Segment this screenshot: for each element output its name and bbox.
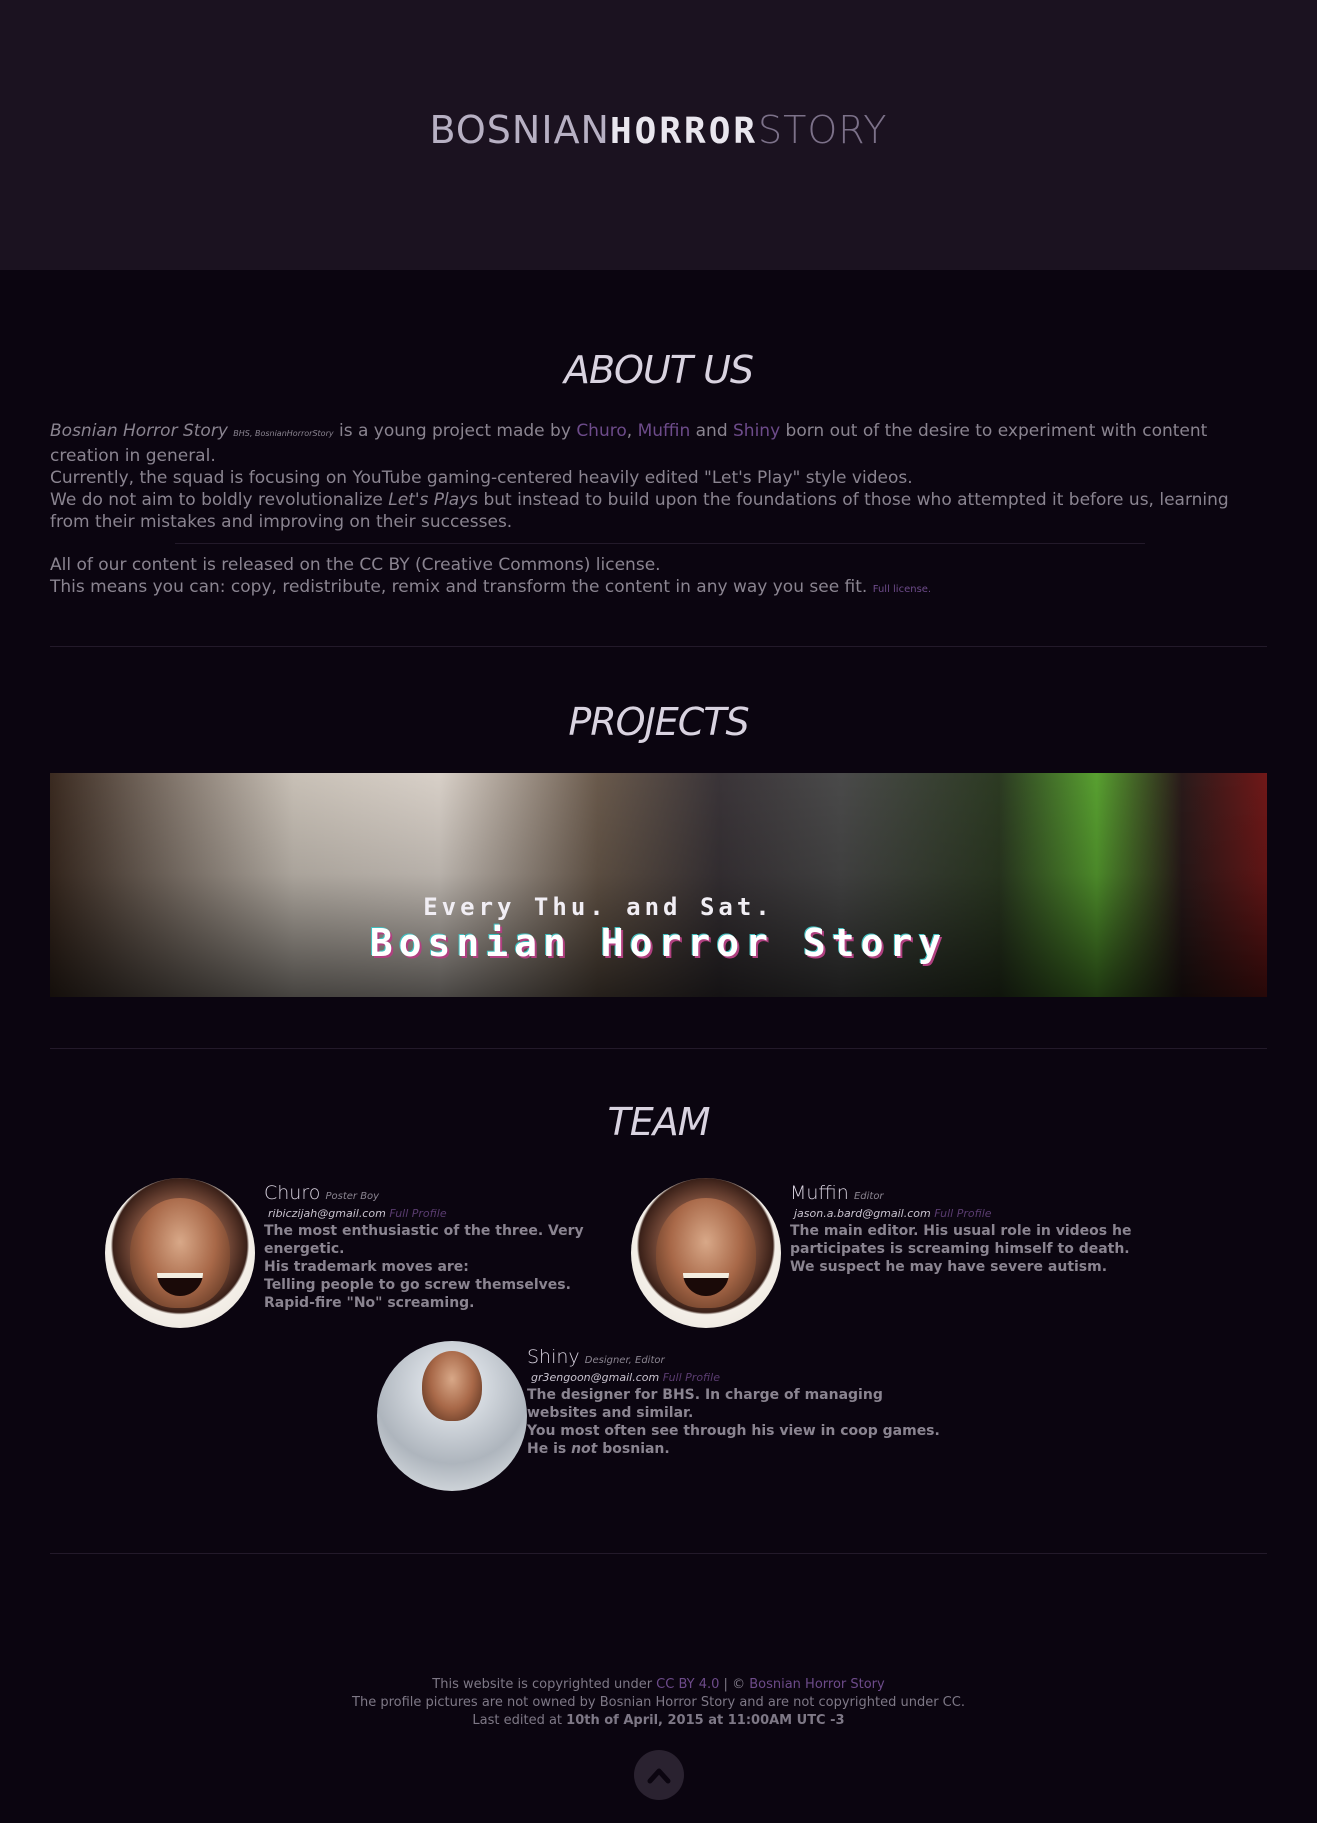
footer-text: This website is copyrighted under	[432, 1677, 657, 1692]
desc-line: Rapid-fire "No" screaming.	[264, 1295, 475, 1311]
banner-title: Bosnian Horror Story	[369, 921, 948, 965]
banner-schedule: Every Thu. and Sat.	[423, 893, 774, 921]
bhs-link[interactable]: Bosnian Horror Story	[749, 1677, 885, 1692]
site-logo[interactable]: BOSNIANHORRORSTORY	[0, 108, 1317, 152]
member-desc-churo: The most enthusiastic of the three. Very…	[264, 1222, 624, 1312]
member-name: Shiny	[527, 1346, 580, 1368]
about-intro: Bosnian Horror Story BHS, BosnianHorrorS…	[50, 420, 1270, 467]
desc-line: The designer for BHS. In charge of manag…	[527, 1387, 883, 1421]
member-desc-muffin: The main editor. His usual role in video…	[790, 1222, 1200, 1276]
license-line2-text: This means you can: copy, redistribute, …	[50, 577, 868, 597]
license-line2: This means you can: copy, redistribute, …	[50, 576, 1270, 601]
about-sep: ,	[626, 421, 638, 441]
desc-line: You most often see through his view in c…	[527, 1423, 940, 1439]
member-heading-muffin: Muffin Editor	[790, 1182, 884, 1204]
member-desc-shiny: The designer for BHS. In charge of manag…	[527, 1386, 947, 1458]
about-line3: We do not aim to boldly revolutionalize …	[50, 489, 1270, 533]
member-name: Muffin	[790, 1182, 849, 1204]
about-section: Bosnian Horror Story BHS, BosnianHorrorS…	[50, 420, 1270, 601]
projects-banner[interactable]: Every Thu. and Sat. Bosnian Horror Story	[50, 773, 1267, 997]
footer-profile-note: The profile pictures are not owned by Bo…	[352, 1695, 965, 1710]
about-line2: Currently, the squad is focusing on YouT…	[50, 468, 913, 488]
member-contact-shiny: gr3engoon@gmail.com Full Profile	[531, 1371, 720, 1384]
desc-line: Telling people to go screw themselves.	[264, 1277, 571, 1293]
site-header: BOSNIANHORRORSTORY	[0, 0, 1317, 270]
full-license-link[interactable]: Full license.	[873, 584, 931, 595]
member-contact-churo: ribiczijah@gmail.com Full Profile	[268, 1207, 447, 1220]
about-line3-em: Let's Play	[388, 490, 470, 510]
member-role: Designer, Editor	[584, 1355, 665, 1366]
team-title: TEAM	[607, 1100, 710, 1144]
link-muffin[interactable]: Muffin	[638, 421, 691, 441]
about-title: ABOUT US	[563, 348, 754, 392]
chevron-up-icon	[647, 1768, 671, 1784]
footer-text: Last edited at	[472, 1713, 567, 1728]
projects-title: PROJECTS	[568, 700, 749, 744]
section-divider	[50, 1553, 1267, 1554]
footer-copyright: This website is copyrighted under CC BY …	[0, 1676, 1317, 1694]
desc-text: bosnian.	[597, 1441, 670, 1457]
footer-date: 10th of April, 2015 at 11:00AM UTC -3	[566, 1713, 845, 1728]
desc-line: His trademark moves are:	[264, 1259, 469, 1275]
member-email[interactable]: ribiczijah@gmail.com	[268, 1207, 386, 1220]
about-intro-text-a: is a young project made by	[333, 421, 577, 441]
footer-sep: | ©	[719, 1677, 750, 1692]
member-contact-muffin: jason.a.bard@gmail.com Full Profile	[794, 1207, 992, 1220]
desc-text: He is	[527, 1441, 572, 1457]
license-line1: All of our content is released on the CC…	[50, 555, 661, 575]
link-churo[interactable]: Churo	[576, 421, 626, 441]
desc-emphasis: not	[571, 1441, 598, 1457]
section-divider	[50, 1048, 1267, 1049]
logo-part-bosnian: BOSNIAN	[429, 108, 610, 152]
avatar-churo	[105, 1178, 255, 1328]
avatar-shiny	[377, 1341, 527, 1491]
member-name: Churo	[264, 1182, 321, 1204]
footer-last-edited: Last edited at 10th of April, 2015 at 11…	[0, 1712, 1317, 1730]
member-role: Editor	[853, 1191, 884, 1202]
cc-license-link[interactable]: CC BY 4.0	[656, 1677, 719, 1692]
logo-part-horror: HORROR	[610, 111, 759, 152]
member-heading-churo: Churo Poster Boy	[264, 1182, 379, 1204]
desc-line: The main editor. His usual role in video…	[790, 1223, 1132, 1257]
about-rule	[175, 543, 1145, 544]
full-profile-link[interactable]: Full Profile	[934, 1207, 991, 1220]
avatar-muffin	[631, 1178, 781, 1328]
site-footer: This website is copyrighted under CC BY …	[0, 1676, 1317, 1730]
full-profile-link[interactable]: Full Profile	[389, 1207, 446, 1220]
about-brand-aliases: BHS, BosnianHorrorStory	[233, 429, 334, 438]
section-divider	[50, 646, 1267, 647]
about-line3-a: We do not aim to boldly revolutionalize	[50, 490, 389, 510]
member-role: Poster Boy	[325, 1191, 380, 1202]
avatar-face	[422, 1351, 482, 1421]
logo-part-story: STORY	[758, 108, 888, 152]
link-shiny[interactable]: Shiny	[733, 421, 780, 441]
member-email[interactable]: gr3engoon@gmail.com	[531, 1371, 659, 1384]
desc-line: The most enthusiastic of the three. Very…	[264, 1223, 584, 1257]
about-and: and	[690, 421, 734, 441]
member-email[interactable]: jason.a.bard@gmail.com	[794, 1207, 931, 1220]
desc-line: We suspect he may have severe autism.	[790, 1259, 1108, 1275]
full-profile-link[interactable]: Full Profile	[663, 1371, 720, 1384]
member-heading-shiny: Shiny Designer, Editor	[527, 1346, 665, 1368]
about-brand: Bosnian Horror Story	[50, 421, 228, 441]
desc-line: He is not bosnian.	[527, 1440, 947, 1458]
scroll-top-button[interactable]	[634, 1750, 684, 1800]
